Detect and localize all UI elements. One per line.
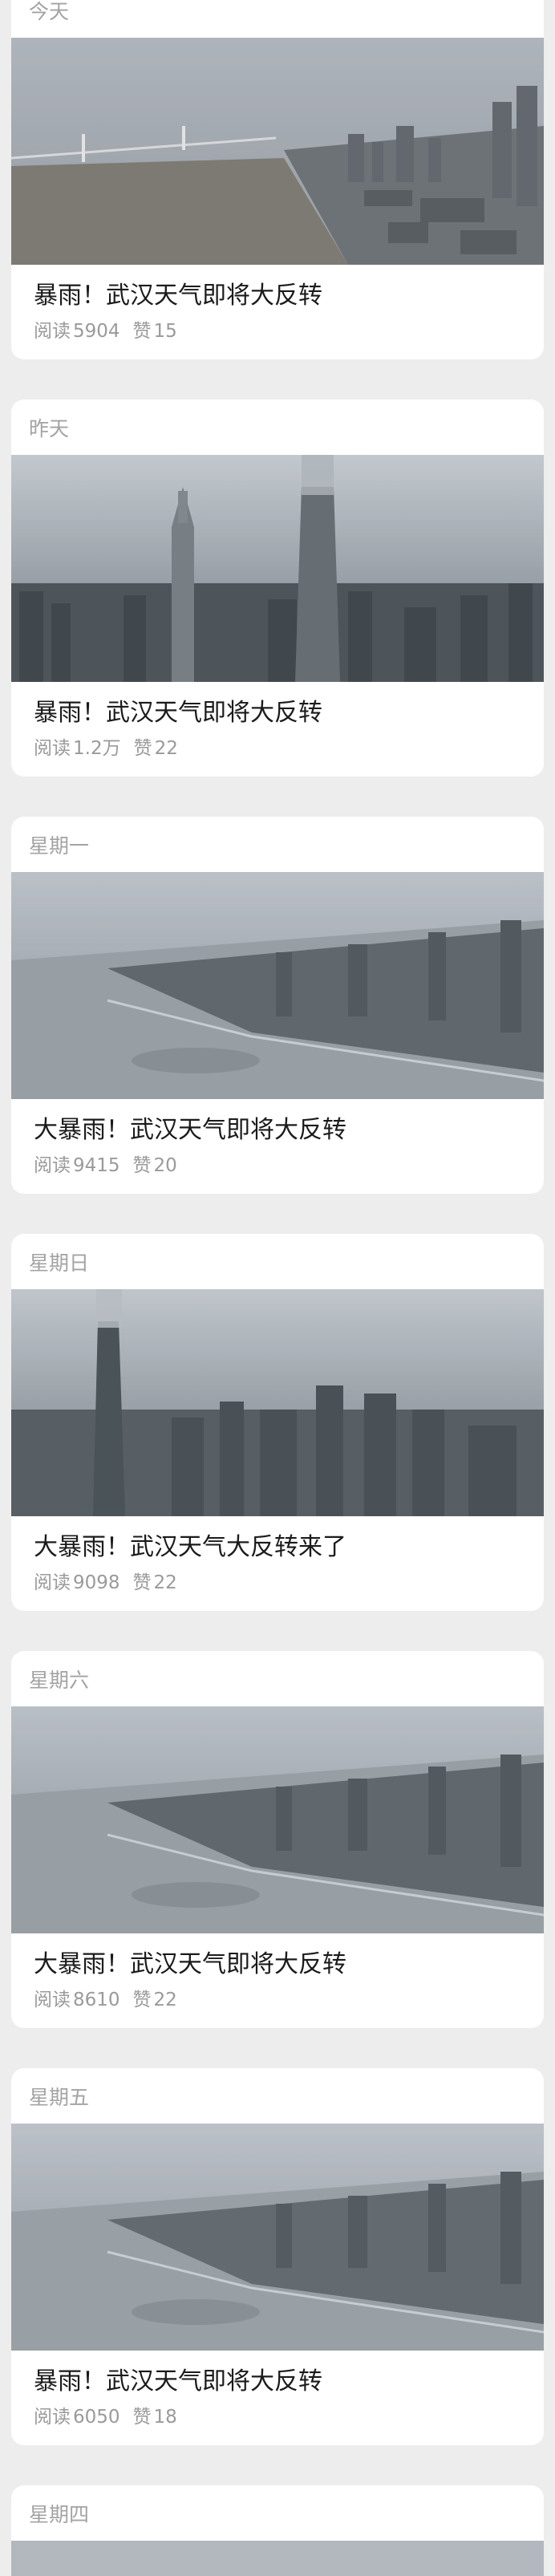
cover-image[interactable] <box>11 1289 544 1516</box>
article-title[interactable]: 大暴雨！武汉天气即将大反转 <box>34 1949 346 1980</box>
article-title[interactable]: 大暴雨！武汉天气大反转来了 <box>34 1532 346 1563</box>
read-count: 1.2万 <box>73 738 121 759</box>
day-label: 星期一 <box>29 834 90 858</box>
cover-image[interactable] <box>11 2541 544 2576</box>
like-count: 22 <box>153 1990 177 2010</box>
article-card[interactable]: 星期四 <box>11 2485 544 2576</box>
like-count-label: 赞 <box>132 321 152 342</box>
read-count: 6050 <box>73 2407 120 2428</box>
article-card[interactable]: 昨天 暴雨！武汉天气即将大反转 阅读 1.2万 赞 22 <box>11 400 544 777</box>
like-count-label: 赞 <box>132 1990 152 2010</box>
read-count: 9098 <box>73 1572 120 1593</box>
read-count: 9415 <box>73 1155 120 1176</box>
article-stats: 阅读 5904 赞 15 <box>34 320 177 343</box>
article-stats: 阅读 8610 赞 22 <box>34 1989 177 2011</box>
read-count-label: 阅读 <box>34 1572 71 1593</box>
day-label: 星期四 <box>29 2503 90 2526</box>
article-stats: 阅读 9098 赞 22 <box>34 1572 177 1594</box>
read-count: 5904 <box>73 321 120 342</box>
cover-image[interactable] <box>11 872 544 1099</box>
article-title[interactable]: 暴雨！武汉天气即将大反转 <box>34 698 322 728</box>
article-card[interactable]: 星期一 大暴雨！武汉天气即将大反转 阅读 9415 赞 20 <box>11 817 544 1194</box>
read-count-label: 阅读 <box>34 738 71 759</box>
like-count-label: 赞 <box>133 738 152 759</box>
article-title[interactable]: 暴雨！武汉天气即将大反转 <box>34 2367 322 2397</box>
read-count: 8610 <box>73 1990 120 2010</box>
article-card[interactable]: 星期日 大暴雨！武汉天气大反转来了 阅读 9098 赞 22 <box>11 1234 544 1611</box>
like-count-label: 赞 <box>132 2407 152 2428</box>
cover-image[interactable] <box>11 1706 544 1933</box>
read-count-label: 阅读 <box>34 1990 71 2010</box>
cover-image[interactable] <box>11 455 544 682</box>
read-count-label: 阅读 <box>34 321 71 342</box>
like-count: 20 <box>153 1155 177 1176</box>
like-count: 15 <box>153 321 177 342</box>
like-count-label: 赞 <box>132 1155 152 1176</box>
like-count: 22 <box>154 738 178 759</box>
read-count-label: 阅读 <box>34 2407 71 2428</box>
article-title[interactable]: 大暴雨！武汉天气即将大反转 <box>34 1115 346 1146</box>
article-card[interactable]: 今天 暴雨！武汉天气即将大反转 阅读 5904 赞 15 <box>11 0 544 359</box>
cover-image[interactable] <box>11 38 544 265</box>
like-count-label: 赞 <box>132 1572 152 1593</box>
article-stats: 阅读 9415 赞 20 <box>34 1154 177 1177</box>
article-card[interactable]: 星期五 暴雨！武汉天气即将大反转 阅读 6050 赞 18 <box>11 2068 544 2445</box>
article-card[interactable]: 星期六 大暴雨！武汉天气即将大反转 阅读 8610 赞 22 <box>11 1651 544 2028</box>
day-label: 星期五 <box>29 2086 90 2109</box>
article-stats: 阅读 6050 赞 18 <box>34 2406 177 2428</box>
day-label: 今天 <box>29 0 70 23</box>
cover-image[interactable] <box>11 2124 544 2351</box>
article-stats: 阅读 1.2万赞 22 <box>34 737 178 760</box>
day-label: 昨天 <box>29 417 70 440</box>
day-label: 星期日 <box>29 1251 90 1275</box>
article-title[interactable]: 暴雨！武汉天气即将大反转 <box>34 281 322 311</box>
read-count-label: 阅读 <box>34 1155 71 1176</box>
day-label: 星期六 <box>29 1669 90 1692</box>
like-count: 18 <box>153 2407 177 2428</box>
like-count: 22 <box>153 1572 177 1593</box>
